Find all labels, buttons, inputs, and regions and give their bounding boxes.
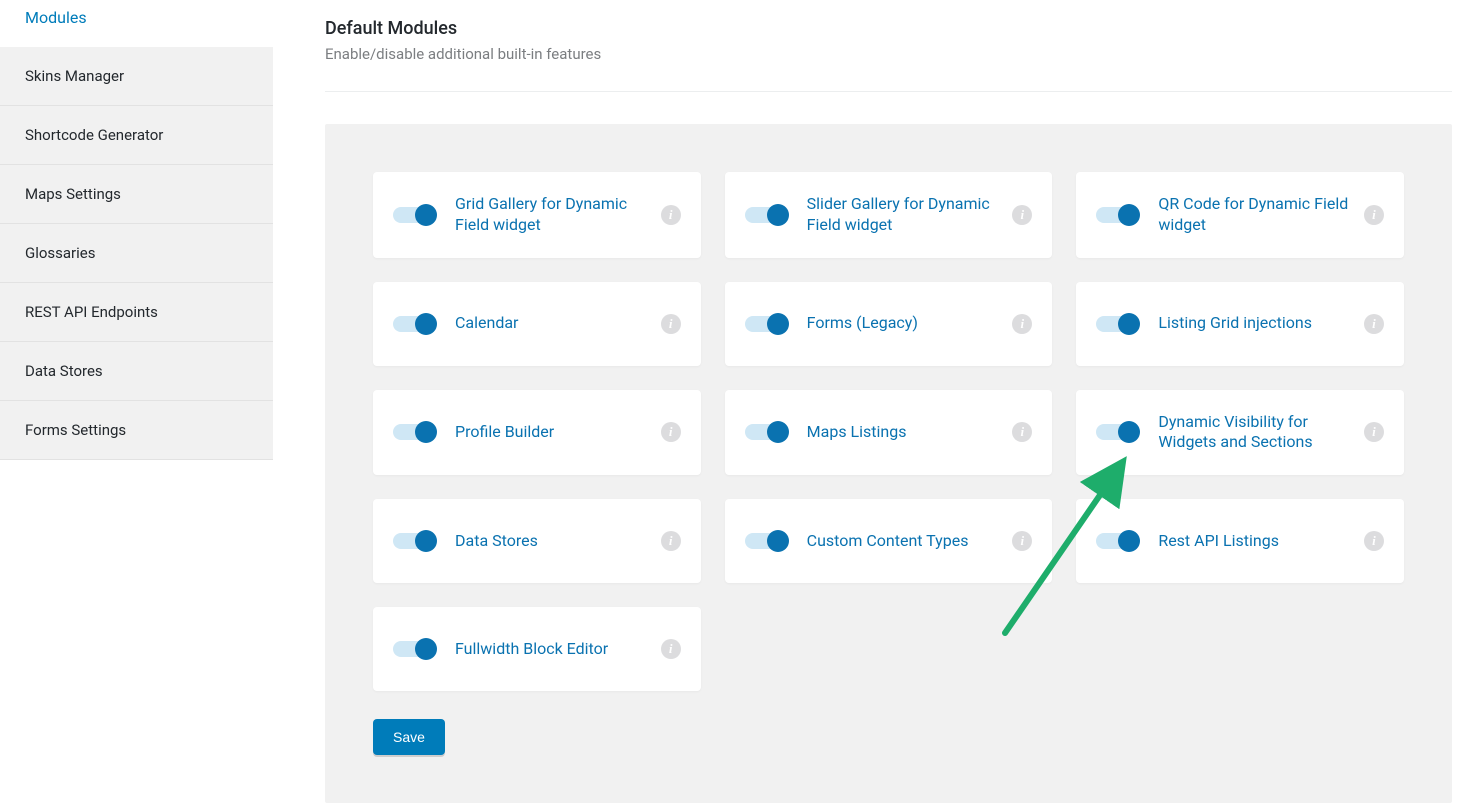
toggle-knob	[1118, 530, 1140, 552]
info-icon[interactable]: i	[1364, 314, 1384, 334]
module-toggle[interactable]	[745, 421, 789, 443]
module-label: Custom Content Types	[789, 531, 1013, 552]
module-toggle[interactable]	[745, 204, 789, 226]
divider	[325, 91, 1452, 92]
main-content: Default Modules Enable/disable additiona…	[273, 0, 1480, 800]
module-label: Fullwidth Block Editor	[437, 639, 661, 660]
module-card: Dynamic Visibility for Widgets and Secti…	[1076, 390, 1404, 476]
toggle-knob	[1118, 204, 1140, 226]
module-toggle[interactable]	[393, 638, 437, 660]
info-icon[interactable]: i	[1364, 531, 1384, 551]
module-label: Dynamic Visibility for Widgets and Secti…	[1140, 412, 1364, 454]
module-card: Forms (Legacy)i	[725, 282, 1053, 366]
toggle-knob	[1118, 313, 1140, 335]
page-subtitle: Enable/disable additional built-in featu…	[325, 45, 1452, 63]
module-label: Data Stores	[437, 531, 661, 552]
info-icon[interactable]: i	[1012, 422, 1032, 442]
module-toggle[interactable]	[1096, 421, 1140, 443]
info-icon[interactable]: i	[661, 531, 681, 551]
module-label: Slider Gallery for Dynamic Field widget	[789, 194, 1013, 236]
module-toggle[interactable]	[745, 313, 789, 335]
info-icon[interactable]: i	[1012, 314, 1032, 334]
module-card: Calendari	[373, 282, 701, 366]
sidebar-item-rest-api-endpoints[interactable]: REST API Endpoints	[0, 283, 273, 342]
module-card: Maps Listingsi	[725, 390, 1053, 476]
toggle-knob	[767, 530, 789, 552]
module-label: Maps Listings	[789, 422, 1013, 443]
toggle-knob	[415, 530, 437, 552]
toggle-knob	[415, 313, 437, 335]
module-toggle[interactable]	[1096, 313, 1140, 335]
sidebar: Modules Skins Manager Shortcode Generato…	[0, 0, 273, 800]
module-card: Fullwidth Block Editori	[373, 607, 701, 691]
module-toggle[interactable]	[393, 421, 437, 443]
toggle-knob	[767, 204, 789, 226]
module-label: Rest API Listings	[1140, 531, 1364, 552]
toggle-knob	[767, 313, 789, 335]
sidebar-item-modules[interactable]: Modules	[0, 0, 273, 47]
sidebar-item-glossaries[interactable]: Glossaries	[0, 224, 273, 283]
module-toggle[interactable]	[393, 530, 437, 552]
sidebar-item-skins-manager[interactable]: Skins Manager	[0, 47, 273, 106]
module-card: Listing Grid injectionsi	[1076, 282, 1404, 366]
module-card: Slider Gallery for Dynamic Field widgeti	[725, 172, 1053, 258]
module-card: Profile Builderi	[373, 390, 701, 476]
module-toggle[interactable]	[393, 313, 437, 335]
modules-panel: Grid Gallery for Dynamic Field widgetiSl…	[325, 124, 1452, 803]
module-label: Forms (Legacy)	[789, 313, 1013, 334]
module-card: Custom Content Typesi	[725, 499, 1053, 583]
module-toggle[interactable]	[1096, 530, 1140, 552]
module-toggle[interactable]	[1096, 204, 1140, 226]
info-icon[interactable]: i	[1364, 422, 1384, 442]
info-icon[interactable]: i	[1012, 531, 1032, 551]
sidebar-item-data-stores[interactable]: Data Stores	[0, 342, 273, 401]
info-icon[interactable]: i	[661, 422, 681, 442]
module-label: Profile Builder	[437, 422, 661, 443]
module-toggle[interactable]	[393, 204, 437, 226]
sidebar-item-maps-settings[interactable]: Maps Settings	[0, 165, 273, 224]
module-label: Calendar	[437, 313, 661, 334]
toggle-knob	[415, 421, 437, 443]
save-button[interactable]: Save	[373, 719, 445, 755]
toggle-knob	[415, 204, 437, 226]
toggle-knob	[415, 638, 437, 660]
sidebar-item-forms-settings[interactable]: Forms Settings	[0, 401, 273, 460]
module-card: Data Storesi	[373, 499, 701, 583]
module-card: Rest API Listingsi	[1076, 499, 1404, 583]
info-icon[interactable]: i	[661, 205, 681, 225]
module-label: Grid Gallery for Dynamic Field widget	[437, 194, 661, 236]
info-icon[interactable]: i	[1364, 205, 1384, 225]
module-toggle[interactable]	[745, 530, 789, 552]
toggle-knob	[1118, 421, 1140, 443]
module-card: Grid Gallery for Dynamic Field widgeti	[373, 172, 701, 258]
info-icon[interactable]: i	[1012, 205, 1032, 225]
module-label: Listing Grid injections	[1140, 313, 1364, 334]
sidebar-item-shortcode-generator[interactable]: Shortcode Generator	[0, 106, 273, 165]
module-card: QR Code for Dynamic Field widgeti	[1076, 172, 1404, 258]
module-label: QR Code for Dynamic Field widget	[1140, 194, 1364, 236]
page-title: Default Modules	[325, 18, 1452, 39]
info-icon[interactable]: i	[661, 639, 681, 659]
info-icon[interactable]: i	[661, 314, 681, 334]
toggle-knob	[767, 421, 789, 443]
